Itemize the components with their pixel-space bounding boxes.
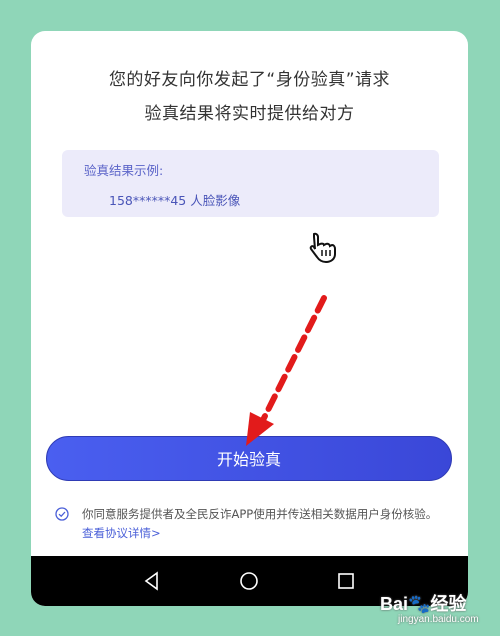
home-circle-icon[interactable] [238, 570, 260, 592]
hand-cursor-icon [309, 232, 336, 264]
check-circle-icon[interactable] [55, 507, 69, 521]
watermark-logo: Bai🐾经验 [380, 594, 467, 614]
example-value: 158******45 人脸影像 [109, 193, 241, 208]
recent-square-icon[interactable] [335, 570, 357, 592]
agreement-text: 你同意服务提供者及全民反诈APP使用并传送相关数据用户身份核验。 [82, 507, 438, 521]
baidu-watermark: Bai🐾经验 jingyan.baidu.com [376, 588, 496, 632]
request-subtitle: 验真结果将实时提供给对方 [144, 104, 355, 124]
back-triangle-icon[interactable] [141, 570, 163, 592]
example-box: 验真结果示例: 158******45 人脸影像 [62, 150, 439, 217]
red-arrow-icon [246, 295, 327, 446]
agreement: 你同意服务提供者及全民反诈APP使用并传送相关数据用户身份核验。 查看协议详情> [55, 505, 451, 543]
example-label: 验真结果示例: [84, 163, 164, 178]
request-title: 您的好友向你发起了“身份验真”请求 [108, 70, 391, 90]
agreement-link[interactable]: 查看协议详情> [82, 526, 161, 540]
watermark-url: jingyan.baidu.com [398, 614, 479, 625]
